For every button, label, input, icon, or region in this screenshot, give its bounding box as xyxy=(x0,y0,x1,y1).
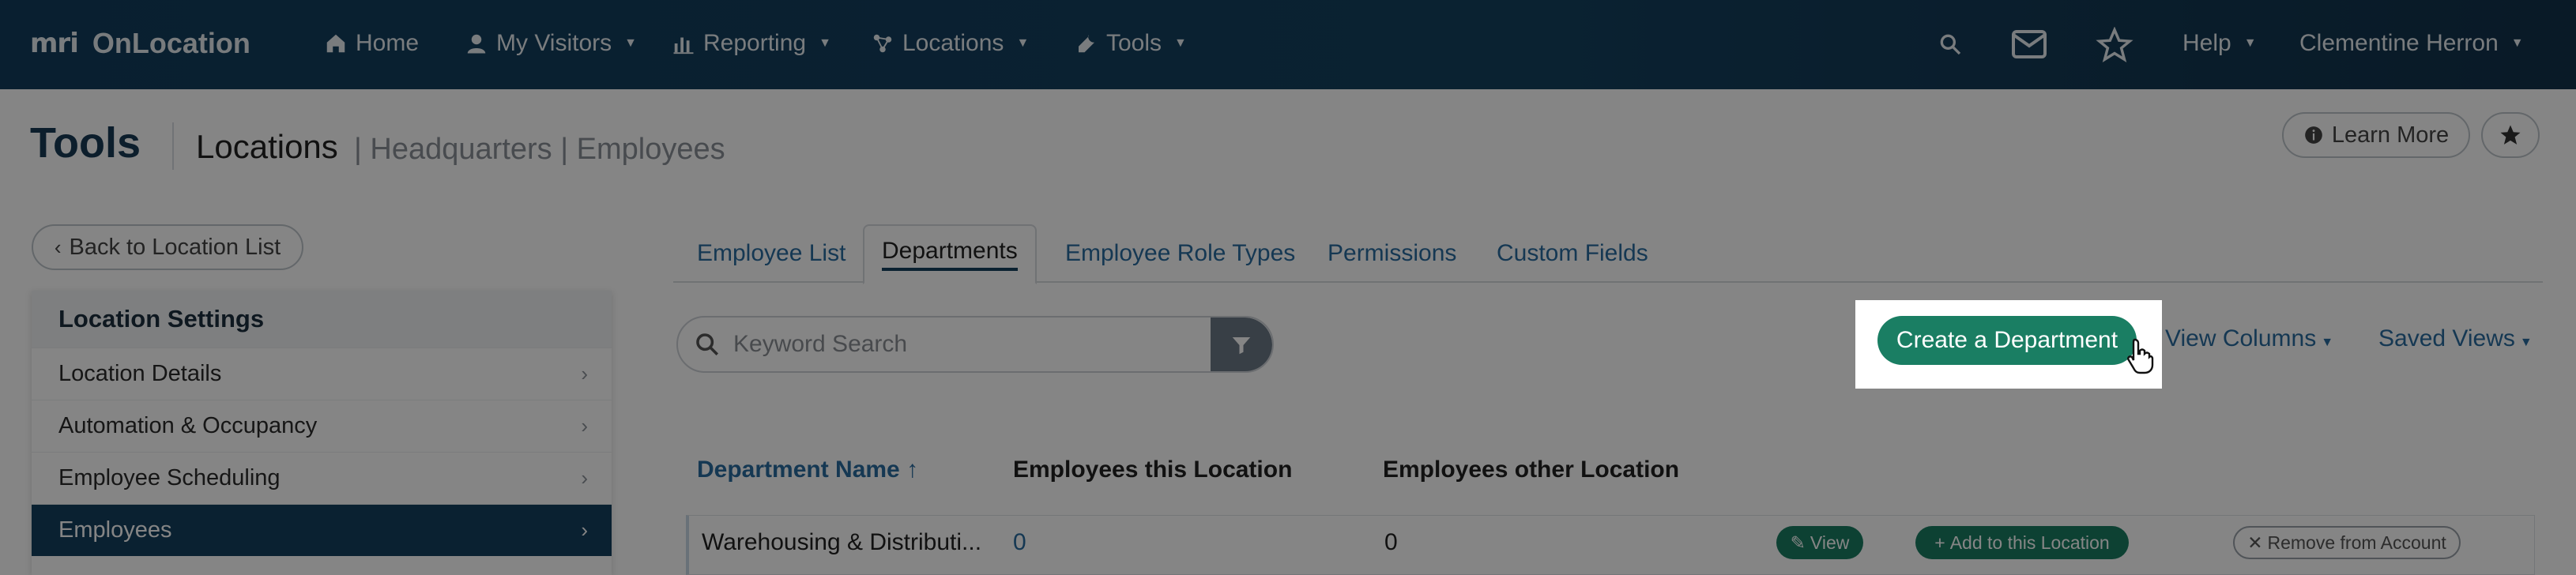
app-name: OnLocation xyxy=(92,27,250,59)
tab-label: Departments xyxy=(882,238,1018,271)
nav-help-label: Help xyxy=(2182,30,2231,56)
tab-employee-list[interactable]: Employee List xyxy=(697,224,845,283)
tab-label: Employee Role Types xyxy=(1065,240,1296,266)
view-label: View xyxy=(1810,532,1850,553)
chevron-down-icon: ▼ xyxy=(819,36,831,50)
settings-item-label: Location Details xyxy=(58,361,222,386)
tab-label: Permissions xyxy=(1328,240,1457,266)
nav-locations-label: Locations xyxy=(902,30,1004,56)
tab-custom-fields[interactable]: Custom Fields xyxy=(1497,224,1648,283)
top-nav-bar: mri OnLocation Home My Visitors ▼ Report… xyxy=(0,0,2576,89)
chevron-right-icon: › xyxy=(581,518,588,542)
nav-user-menu[interactable]: Clementine Herron ▼ xyxy=(2299,30,2524,57)
mail-icon[interactable] xyxy=(2010,27,2048,62)
title-divider xyxy=(172,122,174,170)
breadcrumb-path: | Headquarters | Employees xyxy=(354,133,725,166)
view-columns-label: View Columns xyxy=(2165,325,2317,351)
back-to-location-list-button[interactable]: ‹ Back to Location List xyxy=(32,224,303,270)
saved-views-label: Saved Views xyxy=(2378,325,2515,351)
learn-more-label: Learn More xyxy=(2331,122,2450,148)
back-button-label: Back to Location List xyxy=(69,234,281,260)
employees-this-location-cell[interactable]: 0 xyxy=(1013,529,1026,556)
chevron-right-icon: › xyxy=(581,414,588,438)
chevron-right-icon: › xyxy=(581,362,588,385)
chevron-down-icon: ▼ xyxy=(2510,36,2524,50)
remove-label: Remove from Account xyxy=(2267,532,2446,553)
chevron-down-icon: ▼ xyxy=(624,36,637,50)
settings-item-location-details[interactable]: Location Details › xyxy=(32,348,612,400)
search-icon xyxy=(696,333,719,356)
bar-chart-icon xyxy=(673,37,694,54)
edit-icon: ✎ xyxy=(1790,532,1806,553)
chevron-down-icon: ▼ xyxy=(2321,336,2334,349)
column-header-employees-other-location[interactable]: Employees other Location xyxy=(1383,457,1679,483)
tab-label: Custom Fields xyxy=(1497,240,1648,266)
page-title: Tools xyxy=(30,119,141,167)
nav-my-visitors-label: My Visitors xyxy=(496,30,612,56)
tab-bar: Employee List Departments Employee Role … xyxy=(673,224,2543,284)
chevron-down-icon: ▼ xyxy=(2243,36,2257,50)
star-icon[interactable] xyxy=(2096,27,2133,63)
nav-home-label: Home xyxy=(356,30,420,56)
chevron-right-icon: › xyxy=(581,466,588,490)
add-to-location-button[interactable]: + Add to this Location xyxy=(1915,526,2129,559)
add-label: Add to this Location xyxy=(1949,532,2110,553)
breadcrumb-current: Locations xyxy=(196,128,338,165)
settings-item-employee-scheduling[interactable]: Employee Scheduling › xyxy=(32,452,612,504)
learn-more-button[interactable]: Learn More xyxy=(2282,112,2470,158)
chevron-down-icon: ▼ xyxy=(1174,36,1187,50)
column-header-department-name[interactable]: Department Name ↑ xyxy=(697,457,918,483)
filter-icon xyxy=(1232,337,1251,355)
hand-cursor-icon xyxy=(2127,338,2154,374)
tab-label: Employee List xyxy=(697,240,846,266)
tab-departments[interactable]: Departments xyxy=(863,224,1037,284)
info-icon xyxy=(2305,126,2322,144)
location-settings-panel: Location Settings Location Details › Aut… xyxy=(32,291,612,575)
plus-icon: + xyxy=(1934,532,1945,553)
settings-item-label: Automation & Occupancy xyxy=(58,413,318,438)
settings-heading: Location Settings xyxy=(32,291,612,348)
tab-employee-role-types[interactable]: Employee Role Types xyxy=(1065,224,1295,283)
home-icon xyxy=(326,34,345,53)
nav-reporting[interactable]: Reporting ▼ xyxy=(672,30,831,57)
wrench-icon xyxy=(1079,34,1094,53)
settings-item-label: Employees xyxy=(58,517,172,543)
search-input[interactable] xyxy=(733,331,1176,358)
remove-from-account-button[interactable]: ✕ Remove from Account xyxy=(2233,526,2461,559)
nav-help[interactable]: Help ▼ xyxy=(2182,30,2257,57)
mri-logo-mark: mri xyxy=(30,28,79,59)
create-department-button[interactable]: Create a Department xyxy=(1877,316,2137,365)
saved-views-dropdown[interactable]: Saved Views ▼ xyxy=(2378,325,2533,352)
nav-my-visitors[interactable]: My Visitors ▼ xyxy=(465,30,637,57)
settings-item-label: Employee Scheduling xyxy=(58,465,281,490)
view-department-button[interactable]: ✎ View xyxy=(1776,526,1863,559)
close-icon: ✕ xyxy=(2247,532,2263,553)
search-icon[interactable] xyxy=(1938,32,1963,57)
star-icon xyxy=(2500,125,2521,145)
nav-tools-label: Tools xyxy=(1106,30,1162,56)
user-name: Clementine Herron xyxy=(2299,30,2499,56)
filter-button[interactable] xyxy=(1211,318,1272,371)
tab-permissions[interactable]: Permissions xyxy=(1328,224,1456,283)
column-header-employees-this-location[interactable]: Employees this Location xyxy=(1013,457,1292,483)
chevron-left-icon: ‹ xyxy=(54,235,62,259)
network-icon xyxy=(873,34,892,53)
nav-reporting-label: Reporting xyxy=(703,30,807,56)
user-icon xyxy=(467,34,486,54)
settings-item-automation-occupancy[interactable]: Automation & Occupancy › xyxy=(32,400,612,452)
settings-item-employees[interactable]: Employees › xyxy=(32,504,612,556)
employees-other-location-cell: 0 xyxy=(1384,529,1398,555)
view-columns-dropdown[interactable]: View Columns ▼ xyxy=(2165,325,2333,352)
chevron-down-icon: ▼ xyxy=(2519,336,2533,349)
chevron-down-icon: ▼ xyxy=(1016,36,1030,50)
keyword-search xyxy=(676,316,1274,373)
nav-locations[interactable]: Locations ▼ xyxy=(871,30,1029,57)
app-logo[interactable]: mri OnLocation xyxy=(30,27,250,60)
department-name-cell: Warehousing & Distributi... xyxy=(702,529,982,555)
nav-tools[interactable]: Tools ▼ xyxy=(1075,30,1187,57)
favorite-button[interactable] xyxy=(2481,112,2540,158)
nav-home[interactable]: Home xyxy=(324,30,419,57)
